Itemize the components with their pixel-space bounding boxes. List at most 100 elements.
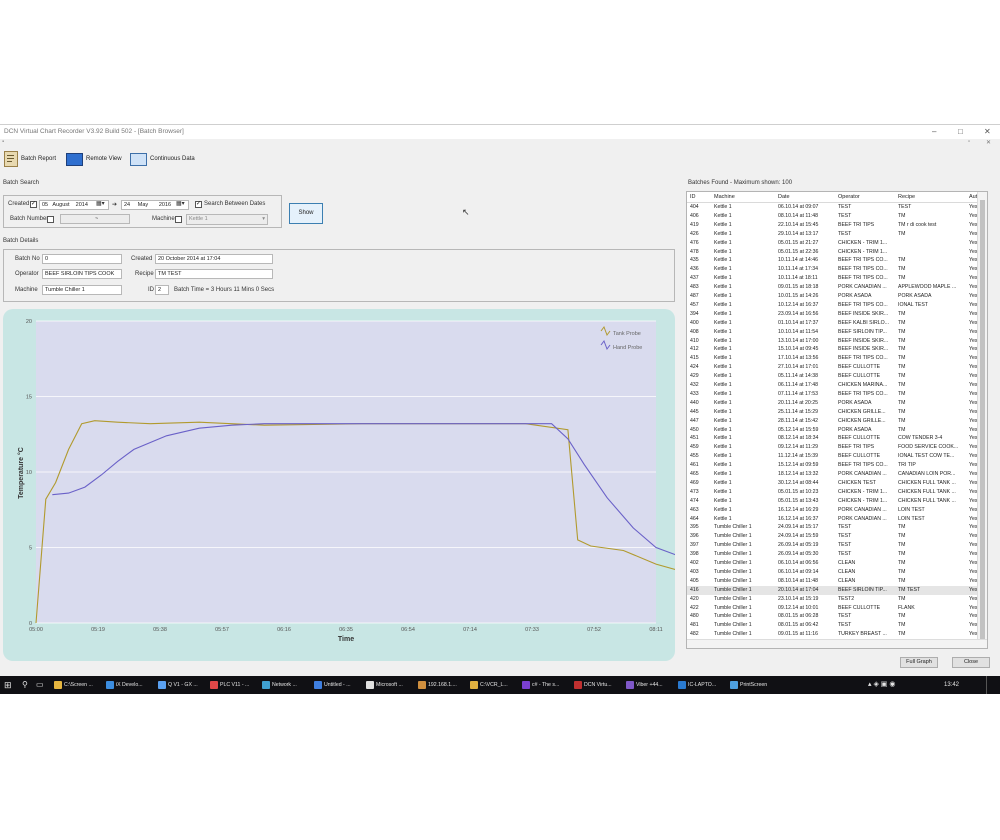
table-row[interactable]: 397 Tumble Chiller 1 26.09.14 at 05:19 TEST… [687, 541, 977, 550]
table-row[interactable]: 426 Kettle 1 29.10.14 at 13:17 TEST TM Yes [687, 230, 977, 239]
y-axis-label: Temperature °C [17, 447, 25, 499]
batch-number-checkbox[interactable] [47, 216, 54, 223]
table-row[interactable]: 457 Kettle 1 10.12.14 at 16:37 BEEF TRI TIP… [687, 301, 977, 310]
col-operator-header[interactable]: Operator [838, 192, 898, 202]
taskbar-app-button[interactable]: c# - The s... [522, 678, 559, 692]
taskbar-app-button[interactable]: Q V1 - GX ... [158, 678, 198, 692]
table-row[interactable]: 419 Kettle 1 22.10.14 at 15:45 BEEF TRI TIP… [687, 221, 977, 230]
table-row[interactable]: 402 Tumble Chiller 1 06.10.14 at 06:56 CLEA… [687, 559, 977, 568]
table-row[interactable]: 432 Kettle 1 06.11.14 at 17:48 CHICKEN MARI… [687, 381, 977, 390]
task-view-icon[interactable]: ▭ [36, 676, 44, 694]
col-recipe-header[interactable]: Recipe [898, 192, 968, 202]
table-row[interactable]: 480 Tumble Chiller 1 08.01.15 at 06:28 TEST… [687, 612, 977, 621]
table-row[interactable]: 403 Tumble Chiller 1 06.10.14 at 09:14 CLEA… [687, 568, 977, 577]
table-row[interactable]: 406 Kettle 1 08.10.14 at 11:48 TEST TM Yes [687, 212, 977, 221]
table-row[interactable]: 461 Kettle 1 15.12.14 at 09:59 BEEF TRI TIP… [687, 461, 977, 470]
taskbar-app-button[interactable]: PrintScreen [730, 678, 767, 692]
table-row[interactable]: 400 Kettle 1 01.10.14 at 17:37 BEEF KALBI S… [687, 319, 977, 328]
windows-start-icon[interactable]: ⊞ [4, 676, 12, 694]
taskbar-app-button[interactable]: Viber +44... [626, 678, 663, 692]
col-machine-header[interactable]: Machine [714, 192, 776, 202]
table-row[interactable]: 416 Tumble Chiller 1 20.10.14 at 17:04 BEEF… [687, 585, 977, 595]
table-row[interactable]: 476 Kettle 1 05.01.15 at 21:27 CHICKEN - TR… [687, 239, 977, 248]
machine-select[interactable]: Kettle 1 ▾ [186, 214, 268, 225]
col-date-header[interactable]: Date [778, 192, 836, 202]
taskbar-app-button[interactable]: iX Develo... [106, 678, 143, 692]
taskbar-app-button[interactable]: 192.168.1.... [418, 678, 457, 692]
taskbar-app-button[interactable]: Network ... [262, 678, 297, 692]
table-row[interactable]: 415 Kettle 1 17.10.14 at 13:56 BEEF TRI TIP… [687, 354, 977, 363]
taskbar-app-button[interactable]: C:\Screen ... [54, 678, 93, 692]
remote-view-button[interactable]: Remote View [66, 150, 122, 168]
continuous-data-button[interactable]: Continuous Data [130, 150, 195, 168]
table-row[interactable]: 478 Kettle 1 05.01.15 at 22:36 CHICKEN - TR… [687, 248, 977, 257]
list-vertical-scrollbar[interactable] [977, 192, 987, 641]
created-checkbox[interactable]: ✓ [30, 201, 37, 208]
table-row[interactable]: 420 Tumble Chiller 1 23.10.14 at 15:19 TEST… [687, 595, 977, 604]
taskbar-app-button[interactable]: DCN Virtu... [574, 678, 612, 692]
batch-list[interactable]: ID Machine Date Operator Recipe Auto 404… [686, 191, 988, 649]
table-row[interactable]: 464 Kettle 1 16.12.14 at 16:37 PORK CANADIA… [687, 515, 977, 524]
table-row[interactable]: 395 Tumble Chiller 1 24.09.14 at 15:17 TEST… [687, 523, 977, 532]
scroll-thumb[interactable] [980, 200, 985, 640]
table-row[interactable]: 473 Kettle 1 05.01.15 at 10:23 CHICKEN - TR… [687, 488, 977, 497]
table-row[interactable]: 422 Tumble Chiller 1 09.12.14 at 10:01 BEEF… [687, 604, 977, 613]
table-row[interactable]: 394 Kettle 1 23.09.14 at 16:56 BEEF INSIDE … [687, 310, 977, 319]
mdi-close-icon[interactable]: ✕ [986, 139, 991, 146]
from-calendar-icon[interactable]: ▦▾ [96, 200, 105, 207]
show-button[interactable]: Show [289, 203, 323, 224]
table-row[interactable]: 408 Kettle 1 10.10.14 at 11:54 BEEF SIRLOIN… [687, 328, 977, 337]
table-row[interactable]: 459 Kettle 1 09.12.14 at 11:29 BEEF TRI TIP… [687, 443, 977, 452]
table-row[interactable]: 469 Kettle 1 30.12.14 at 08:44 CHICKEN TEST… [687, 479, 977, 488]
table-row[interactable]: 396 Tumble Chiller 1 24.09.14 at 15:59 TEST… [687, 532, 977, 541]
col-id-header[interactable]: ID [690, 192, 712, 202]
machine-checkbox[interactable] [175, 216, 182, 223]
table-row[interactable]: 447 Kettle 1 28.11.14 at 15:42 CHICKEN GRIL… [687, 417, 977, 426]
taskbar-app-button[interactable]: Microsoft ... [366, 678, 403, 692]
table-row[interactable]: 483 Kettle 1 09.01.15 at 18:18 PORK CANADIA… [687, 283, 977, 292]
list-horizontal-scrollbar[interactable] [687, 639, 987, 648]
table-row[interactable]: 450 Kettle 1 05.12.14 at 15:59 PORK ASADA TM… [687, 426, 977, 435]
maximize-button[interactable]: □ [958, 125, 963, 139]
table-row[interactable]: 410 Kettle 1 13.10.14 at 17:00 BEEF INSIDE … [687, 337, 977, 346]
table-row[interactable]: 482 Tumble Chiller 1 09.01.15 at 11:16 TURK… [687, 630, 977, 639]
table-row[interactable]: 465 Kettle 1 18.12.14 at 13:32 PORK CANADIA… [687, 470, 977, 479]
temperature-chart[interactable]: 05:00 05:19 05:38 05:57 06:16 06:35 06:54 07:14… [3, 309, 675, 661]
taskbar-app-button[interactable]: PLC V11 - ... [210, 678, 249, 692]
close-button[interactable]: Close [952, 657, 990, 668]
search-icon[interactable]: ⚲ [22, 676, 28, 694]
table-row[interactable]: 474 Kettle 1 05.01.15 at 13:43 CHICKEN - TR… [687, 497, 977, 506]
taskbar-app-button[interactable]: Untitled - ... [314, 678, 351, 692]
table-row[interactable]: 398 Tumble Chiller 1 26.09.14 at 05:30 TEST… [687, 550, 977, 559]
table-row[interactable]: 424 Kettle 1 27.10.14 at 17:01 BEEF CULLOTT… [687, 363, 977, 372]
table-row[interactable]: 436 Kettle 1 10.11.14 at 17:34 BEEF TRI TIP… [687, 265, 977, 274]
batch-report-button[interactable]: Batch Report [4, 150, 56, 168]
taskbar-app-button[interactable]: IC-LAPTO... [678, 678, 716, 692]
minimize-button[interactable]: – [932, 125, 936, 139]
table-row[interactable]: 463 Kettle 1 16.12.14 at 16:29 PORK CANADIA… [687, 506, 977, 515]
system-menu-icon[interactable]: ▪ [2, 139, 4, 145]
to-calendar-icon[interactable]: ▦▾ [176, 200, 185, 207]
mdi-restore-icon[interactable]: ▫ [968, 139, 970, 145]
table-row[interactable]: 412 Kettle 1 15.10.14 at 09:45 BEEF INSIDE … [687, 345, 977, 354]
close-window-button[interactable]: ✕ [984, 125, 991, 139]
tray-icons[interactable]: ▴ ◈ ▣ ◉ [868, 676, 895, 694]
table-row[interactable]: 445 Kettle 1 25.11.14 at 15:29 CHICKEN GRIL… [687, 408, 977, 417]
table-row[interactable]: 481 Tumble Chiller 1 08.01.15 at 06:42 TEST… [687, 621, 977, 630]
table-cell: 11.12.14 at 15:39 [778, 453, 818, 460]
full-graph-button[interactable]: Full Graph [900, 657, 938, 668]
table-row[interactable]: 487 Kettle 1 10.01.15 at 14:26 PORK ASADA PO… [687, 292, 977, 301]
table-row[interactable]: 435 Kettle 1 10.11.14 at 14:46 BEEF TRI TIP… [687, 256, 977, 265]
table-row[interactable]: 451 Kettle 1 08.12.14 at 18:34 BEEF CULLOTT… [687, 434, 977, 443]
table-row[interactable]: 455 Kettle 1 11.12.14 at 15:39 BEEF CULLOTT… [687, 452, 977, 461]
batch-number-range[interactable]: ~ [60, 214, 130, 224]
table-row[interactable]: 405 Tumble Chiller 1 08.10.14 at 11:48 CLEA… [687, 577, 977, 586]
taskbar-app-button[interactable]: C:\VCR_L... [470, 678, 508, 692]
search-between-checkbox[interactable]: ✓ [195, 201, 202, 208]
show-desktop-button[interactable] [986, 676, 991, 694]
table-row[interactable]: 404 Kettle 1 06.10.14 at 09:07 TEST TEST Yes [687, 203, 977, 212]
table-row[interactable]: 429 Kettle 1 05.11.14 at 14:38 BEEF CULLOTT… [687, 372, 977, 381]
table-row[interactable]: 440 Kettle 1 20.11.14 at 20:25 PORK ASADA TM… [687, 399, 977, 408]
table-row[interactable]: 437 Kettle 1 10.11.14 at 18:11 BEEF TRI TIP… [687, 274, 977, 283]
table-row[interactable]: 433 Kettle 1 07.11.14 at 17:53 BEEF TRI TIP… [687, 390, 977, 399]
